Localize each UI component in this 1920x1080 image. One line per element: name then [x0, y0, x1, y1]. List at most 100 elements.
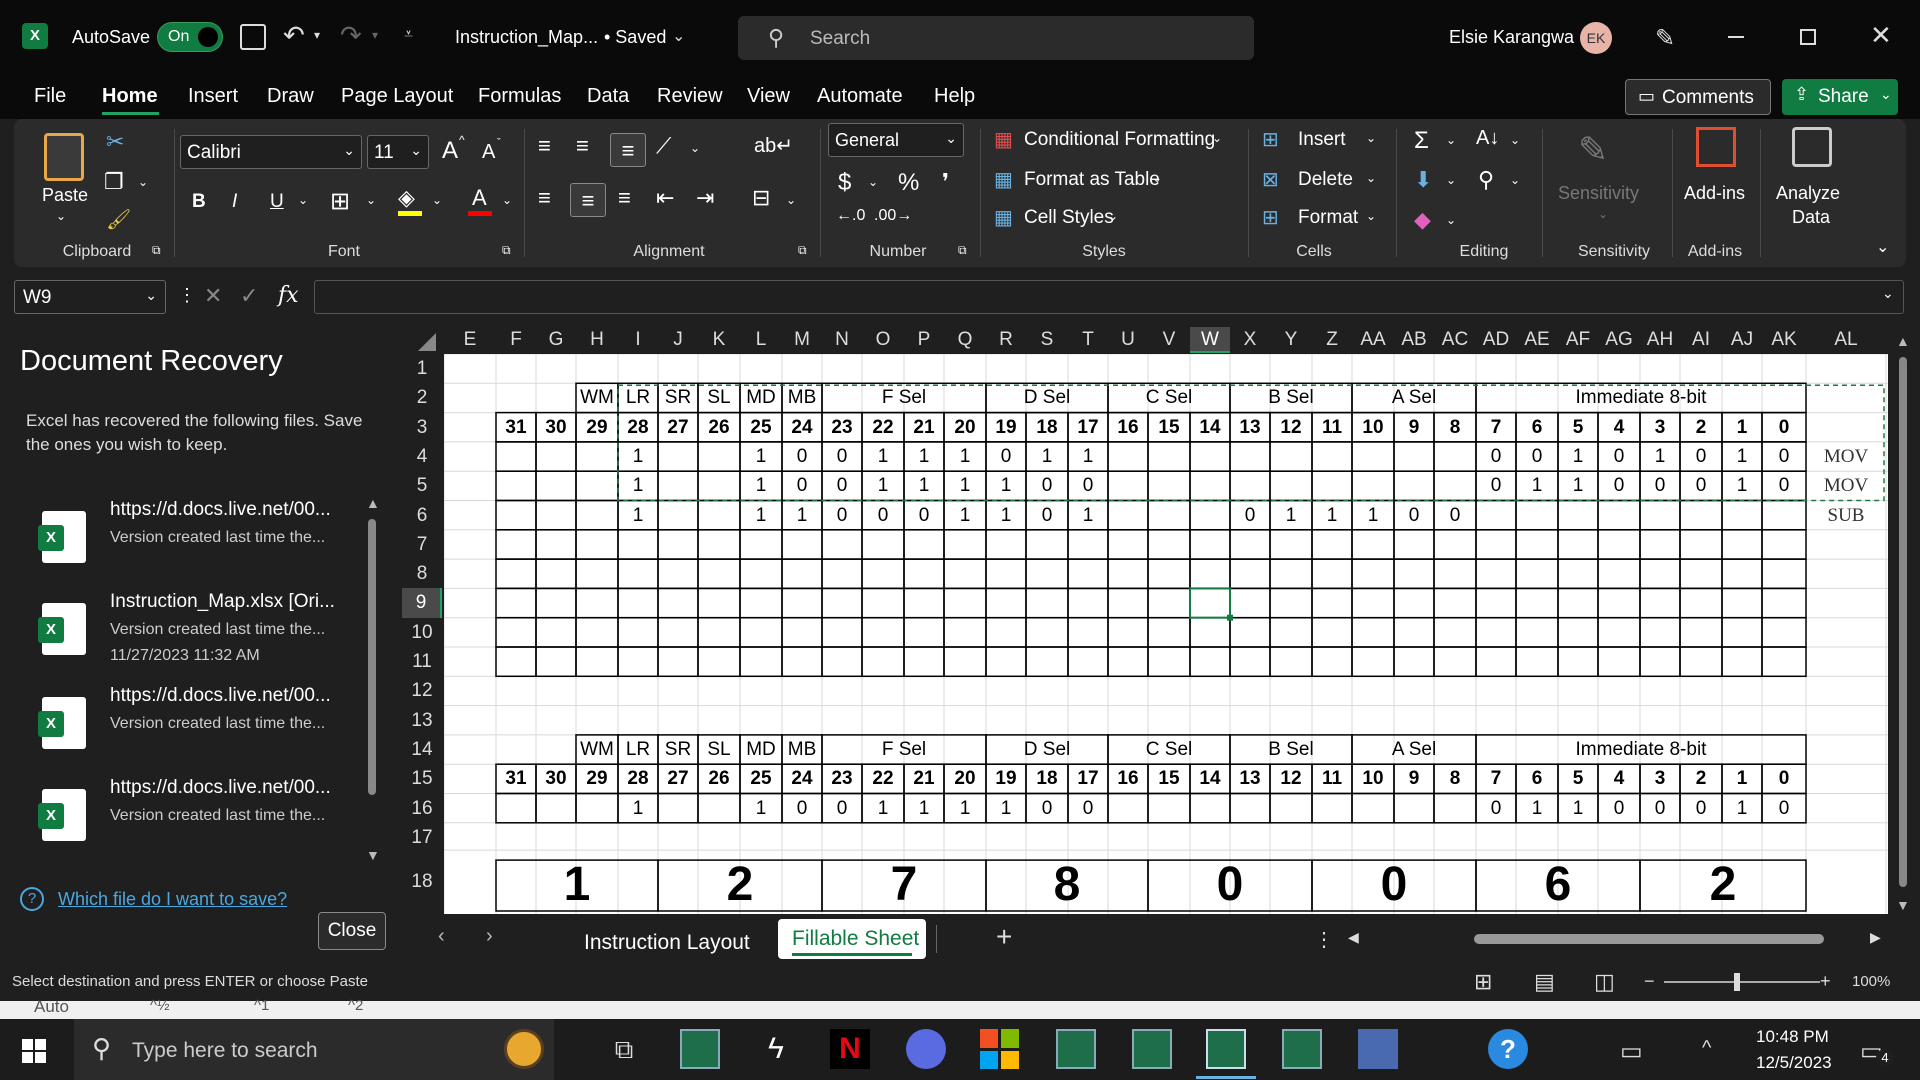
- bit-number-cell[interactable]: 5: [1558, 413, 1598, 442]
- search-box[interactable]: ⚲ Search: [738, 16, 1254, 60]
- delete-cells-dropdown-icon[interactable]: ⌄: [1366, 171, 1376, 185]
- bit-value-cell[interactable]: 1: [904, 442, 944, 471]
- bold-button[interactable]: B: [192, 191, 206, 213]
- clock-time[interactable]: 10:48 PM: [1756, 1027, 1829, 1047]
- show-hidden-icons[interactable]: ^: [1702, 1037, 1711, 1060]
- bit-number-cell[interactable]: 15: [1148, 413, 1190, 442]
- bit-value-cell[interactable]: 1: [618, 471, 658, 500]
- row-header[interactable]: 18: [402, 850, 442, 915]
- news-widget-icon[interactable]: ▭: [1620, 1037, 1643, 1066]
- bit-value-cell[interactable]: 0: [1026, 501, 1068, 530]
- bit-value-cell[interactable]: 1: [904, 794, 944, 823]
- align-right-icon[interactable]: ≡: [618, 185, 631, 211]
- clipboard-launcher-icon[interactable]: ⧉: [152, 243, 161, 258]
- recovery-scroll-up-icon[interactable]: ▲: [366, 495, 380, 511]
- bit-number-cell[interactable]: 4: [1598, 413, 1640, 442]
- bit-number-cell[interactable]: 28: [618, 413, 658, 442]
- bit-number-cell[interactable]: 7: [1476, 413, 1516, 442]
- field-header-cell[interactable]: F Sel: [822, 383, 986, 412]
- cancel-entry-icon[interactable]: ✕: [204, 283, 222, 309]
- avatar[interactable]: EK: [1580, 22, 1612, 54]
- bit-number-cell[interactable]: 12: [1270, 764, 1312, 793]
- bit-value-cell[interactable]: 0: [1026, 794, 1068, 823]
- paste-dropdown-icon[interactable]: ⌄: [56, 209, 66, 223]
- bit-value-cell[interactable]: 1: [986, 471, 1026, 500]
- font-color-dropdown-icon[interactable]: ⌄: [502, 193, 512, 207]
- hex-digit-cell[interactable]: 7: [822, 859, 986, 911]
- bit-number-cell[interactable]: 1: [1722, 413, 1762, 442]
- bit-value-cell[interactable]: 0: [782, 442, 822, 471]
- row-header[interactable]: 11: [402, 647, 442, 676]
- format-as-table-dropdown-icon[interactable]: ⌄: [1152, 171, 1162, 185]
- bit-number-cell[interactable]: 17: [1068, 764, 1108, 793]
- column-header[interactable]: X: [1230, 327, 1270, 353]
- v-scroll-down-icon[interactable]: ▼: [1896, 897, 1910, 913]
- format-cells-button[interactable]: Format: [1298, 207, 1358, 229]
- calculator-icon[interactable]: [1358, 1029, 1398, 1069]
- bit-value-cell[interactable]: 0: [1762, 442, 1806, 471]
- bit-number-cell[interactable]: 7: [1476, 764, 1516, 793]
- borders-dropdown-icon[interactable]: ⌄: [366, 193, 376, 207]
- column-header[interactable]: T: [1068, 327, 1108, 353]
- field-header-cell[interactable]: C Sel: [1108, 735, 1230, 764]
- find-select-icon[interactable]: ⚲: [1478, 167, 1494, 193]
- task-view-icon[interactable]: ⧉: [604, 1029, 644, 1069]
- bit-value-cell[interactable]: 0: [1476, 794, 1516, 823]
- confirm-entry-icon[interactable]: ✓: [240, 283, 258, 309]
- minimize-icon[interactable]: [1728, 36, 1744, 38]
- menu-home[interactable]: Home: [102, 85, 158, 108]
- formula-input[interactable]: [314, 280, 1904, 314]
- row-header[interactable]: 5: [402, 471, 442, 500]
- bit-number-cell[interactable]: 3: [1640, 413, 1680, 442]
- bit-number-cell[interactable]: 22: [862, 413, 904, 442]
- bit-value-cell[interactable]: 0: [822, 794, 862, 823]
- column-header[interactable]: W: [1190, 327, 1230, 353]
- cell-styles-button[interactable]: Cell Styles: [1024, 207, 1114, 229]
- bit-value-cell[interactable]: 0: [1762, 471, 1806, 500]
- bit-value-cell[interactable]: 0: [822, 442, 862, 471]
- column-header[interactable]: O: [862, 327, 904, 353]
- outlook-taskbar-icon[interactable]: [1056, 1029, 1096, 1069]
- bit-number-cell[interactable]: 9: [1394, 764, 1434, 793]
- find-select-dropdown-icon[interactable]: ⌄: [1510, 173, 1520, 187]
- taskbar-search-box[interactable]: ⚲ Type here to search: [74, 1019, 554, 1080]
- tab-options-icon[interactable]: ⋮: [1314, 927, 1334, 952]
- copy-icon[interactable]: ❐: [104, 169, 124, 195]
- field-header-cell[interactable]: MB: [782, 383, 822, 412]
- bit-number-cell[interactable]: 11: [1312, 413, 1352, 442]
- cell-styles-icon[interactable]: ▦: [994, 205, 1013, 230]
- field-header-cell[interactable]: B Sel: [1230, 383, 1352, 412]
- add-ins-icon[interactable]: [1696, 127, 1736, 167]
- bit-number-cell[interactable]: 9: [1394, 413, 1434, 442]
- bit-value-cell[interactable]: 1: [862, 471, 904, 500]
- h-scroll-right-icon[interactable]: ▶: [1870, 929, 1881, 946]
- bit-value-cell[interactable]: 0: [1026, 471, 1068, 500]
- field-header-cell[interactable]: A Sel: [1352, 735, 1476, 764]
- menu-automate[interactable]: Automate: [817, 85, 903, 108]
- bit-number-cell[interactable]: 8: [1434, 764, 1476, 793]
- bit-value-cell[interactable]: 0: [782, 794, 822, 823]
- help-icon[interactable]: ?: [20, 887, 44, 911]
- which-file-link[interactable]: Which file do I want to save?: [58, 889, 287, 910]
- bit-value-cell[interactable]: 1: [1352, 501, 1394, 530]
- row-header[interactable]: 9: [402, 588, 442, 618]
- underline-dropdown-icon[interactable]: ⌄: [298, 193, 308, 207]
- bit-value-cell[interactable]: 1: [944, 501, 986, 530]
- align-top-icon[interactable]: ≡: [538, 133, 551, 159]
- redo-dropdown-icon[interactable]: ▾: [372, 28, 378, 42]
- grow-font-button[interactable]: A: [442, 137, 458, 165]
- row-header[interactable]: 12: [402, 676, 442, 705]
- add-sheet-icon[interactable]: +: [996, 921, 1012, 953]
- name-box[interactable]: W9 ⌄: [14, 280, 166, 314]
- bit-number-cell[interactable]: 24: [782, 764, 822, 793]
- insert-cells-dropdown-icon[interactable]: ⌄: [1366, 131, 1376, 145]
- bit-number-cell[interactable]: 22: [862, 764, 904, 793]
- align-middle-icon[interactable]: ≡: [576, 133, 589, 159]
- fill-color-dropdown-icon[interactable]: ⌄: [432, 193, 442, 207]
- hex-digit-cell[interactable]: 2: [1640, 859, 1806, 911]
- bit-value-cell[interactable]: 0: [822, 501, 862, 530]
- column-header[interactable]: AJ: [1722, 327, 1762, 353]
- column-header[interactable]: AB: [1394, 327, 1434, 353]
- field-header-cell[interactable]: A Sel: [1352, 383, 1476, 412]
- column-header[interactable]: L: [740, 327, 782, 353]
